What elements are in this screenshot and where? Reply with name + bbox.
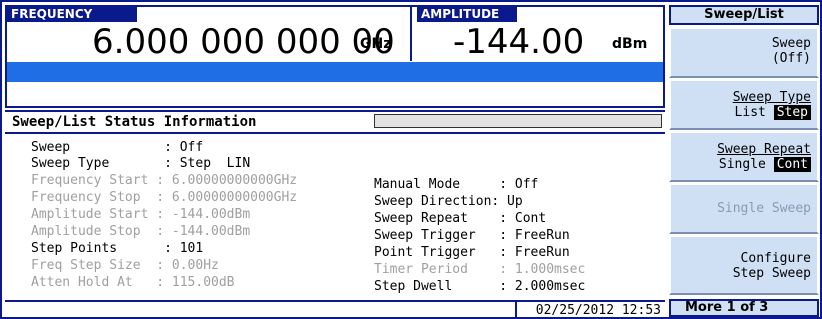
status-row-amplitude-start: Amplitude Start : -144.00dBm [31, 207, 251, 222]
softkey-menu-title: Sweep/List [669, 5, 819, 25]
configure-step-label-1: Configure [740, 251, 811, 266]
sweep-repeat-label: Sweep Repeat [717, 142, 811, 157]
status-footer: 02/25/2012 12:53 [5, 300, 665, 318]
sweep-softkey-label: Sweep [771, 36, 811, 51]
amplitude-label: AMPLITUDE [417, 7, 517, 22]
status-row-step-points: Step Points : 101 [31, 241, 204, 256]
amplitude-value[interactable]: -144.00 [453, 22, 584, 62]
status-row-sweep-direction: Sweep Direction: Up [374, 194, 523, 209]
timestamp: 02/25/2012 12:53 [535, 303, 661, 318]
configure-step-label-2: Step Sweep [732, 266, 811, 281]
instrument-screen: FREQUENCY AMPLITUDE 6.000 000 000 00 GHz… [0, 0, 822, 319]
sweep-type-label: Sweep Type [732, 90, 811, 105]
status-row-step-dwell: Step Dwell : 2.000msec [374, 279, 586, 294]
status-row-sweep-repeat: Sweep Repeat : Cont [374, 211, 547, 226]
status-row-atten-hold: Atten Hold At : 115.00dB [31, 275, 235, 290]
status-row-timer-period: Timer Period : 1.000msec [374, 262, 586, 277]
sweep-type-option-list: List [734, 105, 766, 120]
status-row-sweep-trigger: Sweep Trigger : FreeRun [374, 228, 570, 243]
sweep-type-softkey[interactable]: Sweep Type List Step [669, 79, 819, 130]
sweep-type-options: List Step [733, 105, 811, 120]
more-softkey[interactable]: More 1 of 3 [669, 299, 819, 317]
configure-step-sweep-softkey[interactable]: Configure Step Sweep [669, 235, 819, 295]
status-row-point-trigger: Point Trigger : FreeRun [374, 245, 570, 260]
frequency-unit: GHz [360, 36, 392, 52]
sweep-softkey-state: (Off) [771, 51, 811, 66]
softkey-panel: Sweep/List Sweep (Off) Sweep Type List S… [669, 5, 819, 317]
single-sweep-softkey[interactable]: Single Sweep [669, 183, 819, 234]
sweep-softkey[interactable]: Sweep (Off) [669, 27, 819, 78]
status-row-frequency-stop: Frequency Stop : 6.00000000000GHz [31, 190, 298, 205]
status-row-sweep: Sweep : Off [31, 140, 204, 155]
sweep-repeat-softkey[interactable]: Sweep Repeat Single Cont [669, 131, 819, 182]
status-row-freq-step-size: Freq Step Size : 0.00Hz [31, 258, 219, 273]
sweep-repeat-option-cont: Cont [773, 157, 811, 172]
sweep-type-option-step: Step [773, 105, 811, 120]
frequency-label: FREQUENCY [7, 7, 137, 22]
status-panel: Sweep : Off Sweep Type : Step LIN Freque… [5, 134, 665, 300]
single-sweep-label: Single Sweep [717, 201, 811, 216]
status-row-manual-mode: Manual Mode : Off [374, 177, 539, 192]
message-bar [7, 62, 663, 82]
sweep-repeat-option-single: Single [718, 157, 766, 172]
status-title: Sweep/List Status Information [12, 114, 257, 130]
frequency-value[interactable]: 6.000 000 000 00 [92, 22, 395, 62]
status-row-frequency-start: Frequency Start : 6.00000000000GHz [31, 173, 298, 188]
status-row-amplitude-stop: Amplitude Stop : -144.00dBm [31, 224, 251, 239]
sweep-repeat-options: Single Cont [717, 157, 811, 172]
readout-divider [410, 7, 412, 61]
status-row-sweep-type: Sweep Type : Step LIN [31, 156, 251, 171]
amplitude-unit: dBm [612, 36, 648, 52]
footer-divider [515, 300, 517, 319]
sweep-progress-bar [374, 114, 662, 128]
